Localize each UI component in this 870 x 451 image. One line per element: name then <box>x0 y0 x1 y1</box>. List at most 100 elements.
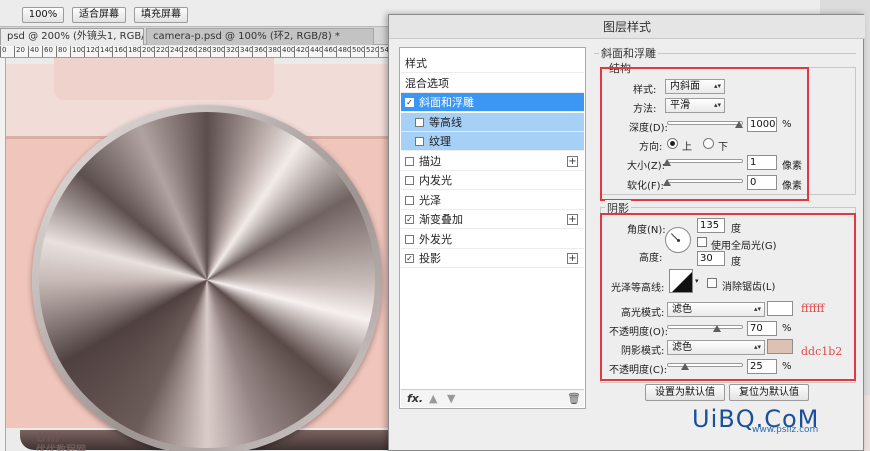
highlight-opacity-label: 不透明度(O): <box>609 327 669 338</box>
style-item[interactable]: 等高线 <box>401 112 584 132</box>
highlight-mode-label: 高光模式: <box>621 308 665 319</box>
technique-select[interactable]: 平滑 ▴▾ <box>665 98 725 113</box>
style-item[interactable]: 光泽 <box>401 191 584 210</box>
shadow-opacity-slider[interactable] <box>667 363 743 367</box>
style-item[interactable]: 外发光 <box>401 230 584 249</box>
style-item[interactable]: 描边 + <box>401 152 584 171</box>
style-checkbox[interactable] <box>405 195 414 205</box>
horizontal-ruler: 0 20 40 60 80 100 120 140 160 180 200 220 240 260 280 3… <box>0 46 390 58</box>
style-checkbox[interactable]: ✓ <box>405 215 414 224</box>
style-checkbox[interactable] <box>415 137 424 146</box>
shadow-color-swatch[interactable] <box>767 339 793 354</box>
depth-slider-thumb[interactable] <box>735 121 743 128</box>
technique-label: 方法: <box>633 104 657 115</box>
move-down-icon[interactable]: ▼ <box>447 392 455 405</box>
highlight-color-swatch[interactable] <box>767 301 793 316</box>
bevel-style-select[interactable]: 内斜面 ▴▾ <box>665 79 725 94</box>
soften-slider[interactable] <box>667 179 743 183</box>
contour-shape <box>670 270 692 292</box>
angle-label: 角度(N): <box>627 225 666 236</box>
style-item-label: 纹理 <box>429 135 451 148</box>
direction-down-radio[interactable] <box>703 138 714 149</box>
depth-input[interactable]: 1000 <box>747 117 777 132</box>
document-tab-2[interactable]: camera-p.psd @ 100% (环2, RGB/8) * <box>146 28 374 45</box>
style-checkbox[interactable] <box>405 156 414 166</box>
style-checkbox[interactable] <box>415 117 424 127</box>
direction-label: 方向: <box>639 142 663 153</box>
shadow-mode-select[interactable]: 滤色 ▴▾ <box>667 340 765 355</box>
style-item[interactable]: ✓ 斜面和浮雕 <box>401 93 584 112</box>
size-input[interactable]: 1 <box>747 155 777 170</box>
fit-screen-button[interactable]: 适合屏幕 <box>72 7 126 23</box>
highlight-opacity-slider[interactable] <box>667 325 743 329</box>
style-checkbox[interactable]: ✓ <box>405 254 414 263</box>
size-slider[interactable] <box>667 159 743 163</box>
gloss-contour-picker[interactable] <box>669 269 693 293</box>
trash-icon[interactable]: 🗑 <box>567 392 581 405</box>
direction-up-radio[interactable] <box>667 138 678 149</box>
make-default-button[interactable]: 设置为默认值 <box>645 384 725 401</box>
add-style-icon[interactable]: + <box>567 253 578 264</box>
style-item[interactable]: ✓ 投影 + <box>401 249 584 268</box>
style-item[interactable]: 纹理 <box>401 132 584 151</box>
style-item[interactable]: ✓ 渐变叠加 + <box>401 210 584 229</box>
camera-top-bump <box>54 58 274 100</box>
lens-metal-cone <box>39 112 375 448</box>
reset-default-button[interactable]: 复位为默认值 <box>729 384 809 401</box>
chevron-updown-icon: ▴▾ <box>753 305 761 313</box>
depth-slider[interactable] <box>667 121 743 125</box>
angle-unit: 度 <box>731 224 741 235</box>
global-light-label: 使用全局光(G) <box>711 241 777 252</box>
fx-icon[interactable]: fx. <box>407 392 423 405</box>
style-item[interactable]: 混合选项 <box>401 74 584 93</box>
angle-dial[interactable] <box>665 227 691 253</box>
angle-input[interactable]: 135 <box>697 218 725 233</box>
altitude-unit: 度 <box>731 257 741 268</box>
soften-unit: 像素 <box>782 181 802 192</box>
shadow-opacity-unit: % <box>782 361 792 372</box>
style-item[interactable]: 样式 <box>401 54 584 73</box>
direction-up-label: 上 <box>682 142 692 153</box>
ruler-mark: 60 <box>42 46 53 57</box>
contour-dropdown-icon[interactable]: ▾ <box>695 277 699 285</box>
chevron-updown-icon: ▴▾ <box>713 101 721 109</box>
style-item-label: 斜面和浮雕 <box>419 96 474 109</box>
zoom-100-button[interactable]: 100% <box>22 7 64 23</box>
highlight-opacity-thumb[interactable] <box>713 325 721 332</box>
size-slider-thumb[interactable] <box>663 159 671 166</box>
style-checkbox[interactable] <box>405 234 414 244</box>
document-tab-1[interactable]: psd @ 200% (外镜头1, RGB/8) * <box>0 28 144 45</box>
size-unit: 像素 <box>782 161 802 172</box>
styles-list: ✓ 投影 + 外发光 ✓ 渐变叠加 + 光泽 内发光 描边 + 纹理 等高线 ✓ 斜面和浮雕 混合选项 样式 f… <box>399 47 586 409</box>
style-item-label: 等高线 <box>429 115 462 129</box>
highlight-mode-select[interactable]: 滤色 ▴▾ <box>667 302 765 317</box>
size-label: 大小(Z): <box>627 161 666 172</box>
shadow-mode-value: 滤色 <box>672 342 692 353</box>
highlight-opacity-input[interactable]: 70 <box>747 321 777 336</box>
style-item-label: 混合选项 <box>405 76 449 90</box>
antialias-checkbox[interactable] <box>707 278 717 288</box>
move-up-icon[interactable]: ▲ <box>429 392 437 405</box>
style-item-label: 渐变叠加 <box>419 213 463 226</box>
direction-down-label: 下 <box>718 142 728 153</box>
shadow-opacity-input[interactable]: 25 <box>747 359 777 374</box>
ruler-mark: 40 <box>28 46 39 57</box>
fill-screen-button[interactable]: 填充屏幕 <box>134 7 188 23</box>
add-style-icon[interactable]: + <box>567 155 578 167</box>
global-light-checkbox[interactable] <box>697 237 707 247</box>
soften-input[interactable]: 0 <box>747 175 777 190</box>
add-style-icon[interactable]: + <box>567 214 578 225</box>
chevron-updown-icon: ▴▾ <box>753 343 761 351</box>
bevel-section-title: 斜面和浮雕 <box>599 45 658 61</box>
highlight-opacity-unit: % <box>782 323 792 334</box>
highlight-mode-value: 滤色 <box>672 304 692 315</box>
depth-label: 深度(D): <box>629 123 668 134</box>
style-checkbox[interactable] <box>405 176 414 185</box>
soften-slider-thumb[interactable] <box>663 179 671 186</box>
altitude-input[interactable]: 30 <box>697 251 725 266</box>
style-item[interactable]: 内发光 <box>401 171 584 190</box>
style-checkbox[interactable]: ✓ <box>405 98 414 107</box>
document-canvas[interactable]: Uiii 优优教程网 <box>6 58 390 451</box>
antialias-label: 消除锯齿(L) <box>722 282 776 293</box>
shadow-opacity-thumb[interactable] <box>681 363 689 370</box>
